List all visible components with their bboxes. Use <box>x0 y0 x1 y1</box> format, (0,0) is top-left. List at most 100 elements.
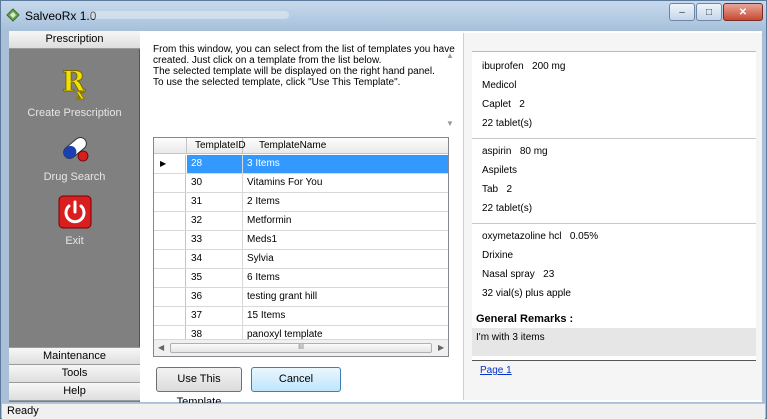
title-blurred-text <box>89 11 289 19</box>
table-row[interactable]: 30 Vitamins For You <box>154 174 448 193</box>
title-bar[interactable]: SalveoRx 1.0 – □ ✕ <box>1 1 766 29</box>
template-name-cell[interactable]: Meds1 <box>243 231 448 249</box>
row-header-corner <box>154 138 187 154</box>
column-header-template-id[interactable]: TemplateID <box>187 138 246 154</box>
template-id-cell[interactable]: 28 <box>187 155 243 173</box>
app-window: SalveoRx 1.0 – □ ✕ Prescription R x Crea… <box>0 0 767 419</box>
template-grid[interactable]: TemplateID TemplateName ▶ 28 3 Items 30 Vita… <box>153 137 449 357</box>
nav-header-prescription[interactable]: Prescription <box>9 31 140 49</box>
minimize-button[interactable]: – <box>669 3 695 21</box>
svg-text:x: x <box>76 87 85 101</box>
medication-form-line: Nasal spray 23 <box>482 265 598 284</box>
row-header[interactable] <box>154 269 186 287</box>
dispense-quantity: 22 tablet(s) <box>482 118 533 129</box>
dosage-form: Caplet <box>482 99 511 110</box>
scroll-left-icon[interactable]: ◀ <box>158 343 164 352</box>
window-title: SalveoRx 1.0 <box>25 9 97 23</box>
grid-horizontal-scrollbar[interactable]: ◀ III ▶ <box>154 339 448 356</box>
template-name-cell[interactable]: 6 Items <box>243 269 448 287</box>
dose-quantity: 23 <box>543 269 555 280</box>
template-name-cell[interactable]: Vitamins For You <box>243 174 448 192</box>
app-icon <box>6 8 20 22</box>
template-name-cell[interactable]: 3 Items <box>243 155 448 173</box>
brand-name: Aspilets <box>482 165 518 176</box>
row-header[interactable] <box>154 250 186 268</box>
scroll-up-icon[interactable]: ▲ <box>446 51 454 60</box>
template-id-cell[interactable]: 36 <box>187 288 243 306</box>
close-button[interactable]: ✕ <box>723 3 763 21</box>
medication-generic-line: aspirin 80 mg <box>482 142 548 161</box>
template-name-cell[interactable]: Metformin <box>243 212 448 230</box>
brand-name: Medicol <box>482 80 517 91</box>
dose-quantity: 2 <box>506 184 513 195</box>
medication-block: ibuprofen 200 mg Medicol Caplet 2 22 tab… <box>482 57 565 133</box>
column-header-template-name[interactable]: TemplateName <box>243 138 448 154</box>
use-template-button[interactable]: Use This Template <box>156 367 242 408</box>
nav-header-maintenance[interactable]: Maintenance <box>9 347 140 365</box>
template-id-cell[interactable]: 32 <box>187 212 243 230</box>
table-row[interactable]: 32 Metformin <box>154 212 448 231</box>
scroll-thumb[interactable]: III <box>170 343 432 353</box>
table-row[interactable]: 34 Sylvia <box>154 250 448 269</box>
page-link[interactable]: Page 1 <box>480 365 512 376</box>
table-row[interactable]: 36 testing grant hill <box>154 288 448 307</box>
dosage-form: Nasal spray <box>482 269 535 280</box>
template-name-cell[interactable]: 15 Items <box>243 307 448 325</box>
nav-item-label: Exit <box>65 235 84 247</box>
template-preview: ibuprofen 200 mg Medicol Caplet 2 22 tab… <box>472 51 756 361</box>
divider <box>472 223 756 224</box>
rx-icon: R x <box>61 65 86 101</box>
cancel-button[interactable]: Cancel <box>251 367 341 392</box>
medication-block: aspirin 80 mg Aspilets Tab 2 22 tablet(s… <box>482 142 548 218</box>
table-row[interactable]: 35 6 Items <box>154 269 448 288</box>
medication-generic-line: oxymetazoline hcl 0.05% <box>482 227 598 246</box>
scroll-down-icon[interactable]: ▼ <box>446 119 454 128</box>
client-area: Prescription R x Create Prescription Dru… <box>9 31 762 408</box>
row-header[interactable] <box>154 231 186 249</box>
medication-generic-line: ibuprofen 200 mg <box>482 57 565 76</box>
nav-item-drug-search[interactable]: Drug Search <box>9 131 140 183</box>
template-id-cell[interactable]: 33 <box>187 231 243 249</box>
table-row[interactable]: ▶ 28 3 Items <box>154 155 448 174</box>
row-header[interactable] <box>154 307 186 325</box>
nav-pane: Prescription R x Create Prescription Dru… <box>9 31 140 402</box>
medication-form-line: Tab 2 <box>482 180 548 199</box>
medication-block: oxymetazoline hcl 0.05% Drixine Nasal sp… <box>482 227 598 303</box>
generic-name: aspirin <box>482 146 512 157</box>
current-row-indicator-icon[interactable]: ▶ <box>154 155 186 173</box>
template-id-cell[interactable]: 34 <box>187 250 243 268</box>
scroll-right-icon[interactable]: ▶ <box>438 343 444 352</box>
table-row[interactable]: 37 15 Items <box>154 307 448 326</box>
template-id-cell[interactable]: 37 <box>187 307 243 325</box>
row-header[interactable] <box>154 288 186 306</box>
dispense-quantity: 22 tablet(s) <box>482 203 533 214</box>
table-row[interactable]: 31 2 Items <box>154 193 448 212</box>
nav-item-label: Drug Search <box>43 171 106 183</box>
template-id-cell[interactable]: 30 <box>187 174 243 192</box>
divider <box>472 138 756 139</box>
generic-name: ibuprofen <box>482 61 524 72</box>
maximize-button[interactable]: □ <box>696 3 722 21</box>
nav-item-create-prescription[interactable]: R x Create Prescription <box>9 65 140 119</box>
instructions-text: From this window, you can select from th… <box>153 44 455 88</box>
row-header[interactable] <box>154 212 186 230</box>
instruction-line: The selected template will be displayed … <box>153 66 435 77</box>
template-preview-panel: ibuprofen 200 mg Medicol Caplet 2 22 tab… <box>463 33 762 400</box>
table-row[interactable]: 33 Meds1 <box>154 231 448 250</box>
template-id-cell[interactable]: 31 <box>187 193 243 211</box>
row-header[interactable] <box>154 193 186 211</box>
instruction-line: From this window, you can select from th… <box>153 44 455 55</box>
template-name-cell[interactable]: 2 Items <box>243 193 448 211</box>
dosage-form: Tab <box>482 184 499 195</box>
strength: 200 mg <box>532 61 566 72</box>
nav-item-exit[interactable]: Exit <box>9 195 140 247</box>
power-icon <box>58 195 91 229</box>
row-header[interactable] <box>154 174 186 192</box>
status-bar: Ready <box>2 403 765 419</box>
template-name-cell[interactable]: testing grant hill <box>243 288 448 306</box>
template-name-cell[interactable]: Sylvia <box>243 250 448 268</box>
template-id-cell[interactable]: 35 <box>187 269 243 287</box>
instructions-scrollbar[interactable]: ▲ ▼ <box>443 41 457 133</box>
nav-header-help[interactable]: Help <box>9 383 140 401</box>
nav-header-tools[interactable]: Tools <box>9 365 140 383</box>
